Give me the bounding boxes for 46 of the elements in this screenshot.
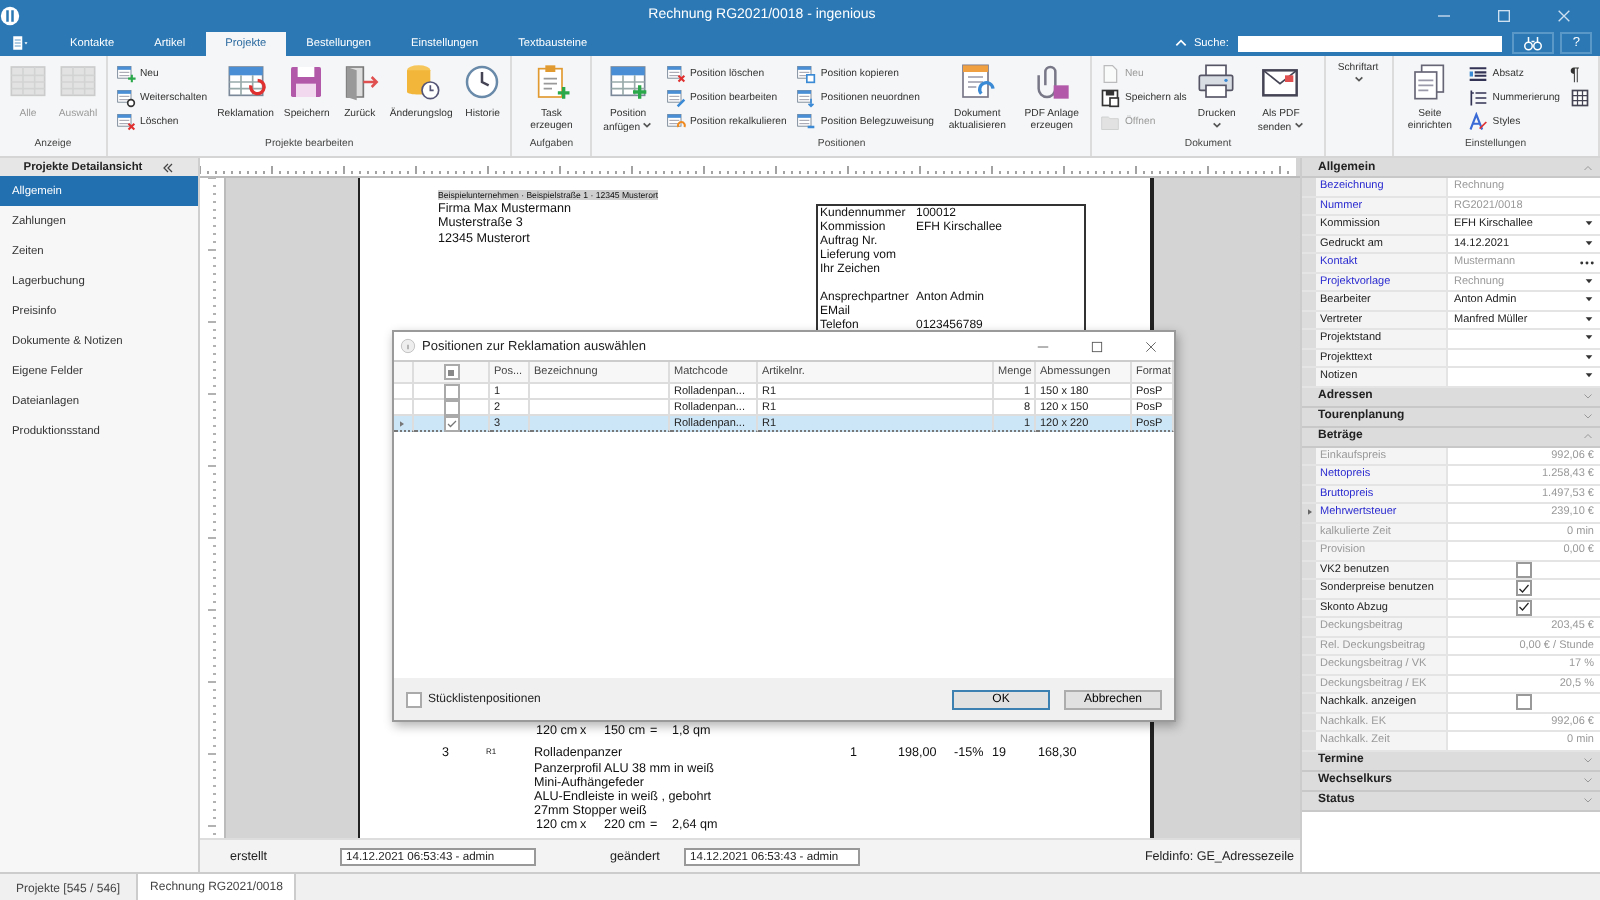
collapse-chevrons-icon bbox=[162, 161, 175, 173]
grid-icon bbox=[1569, 87, 1590, 107]
close-icon bbox=[1144, 339, 1158, 353]
column-header[interactable] bbox=[414, 362, 490, 384]
list-plus-icon bbox=[116, 63, 136, 83]
list-copy-icon bbox=[796, 63, 817, 83]
list-arrows-icon bbox=[796, 87, 817, 107]
table-icon bbox=[8, 62, 48, 102]
styles-icon bbox=[1468, 111, 1489, 131]
paperclip-icon bbox=[1031, 62, 1072, 102]
folder-icon bbox=[1100, 111, 1121, 131]
list-gear-icon bbox=[116, 87, 136, 107]
table-plus-icon bbox=[608, 62, 649, 102]
clock-icon bbox=[462, 62, 503, 102]
ribbon-button[interactable]: ¶ bbox=[1565, 62, 1594, 84]
search-field[interactable] bbox=[1238, 35, 1503, 51]
binoculars-button[interactable] bbox=[1512, 32, 1555, 54]
row-header-cell[interactable] bbox=[394, 416, 414, 432]
collapse-ribbon-icon bbox=[1173, 36, 1188, 50]
list-link-icon bbox=[796, 111, 817, 131]
database-clock-icon bbox=[401, 62, 442, 102]
document-refresh-icon bbox=[957, 62, 998, 102]
list-refresh-icon bbox=[665, 111, 686, 131]
numbered-list-icon bbox=[1468, 87, 1489, 107]
list-delete-icon bbox=[665, 63, 686, 83]
table-icon bbox=[58, 62, 98, 102]
row-header-cell[interactable] bbox=[394, 384, 414, 400]
table-refresh-icon bbox=[225, 62, 266, 102]
printer-icon bbox=[1196, 62, 1237, 102]
paragraph-lines-icon bbox=[1468, 63, 1489, 83]
property-checkbox[interactable] bbox=[1516, 580, 1532, 597]
maximize-icon bbox=[1496, 7, 1512, 23]
list-delete-icon bbox=[116, 111, 136, 131]
pages-icon bbox=[1409, 62, 1450, 102]
binoculars-icon bbox=[1524, 34, 1543, 52]
option-checkbox[interactable] bbox=[406, 691, 422, 707]
maximize-icon bbox=[1090, 339, 1104, 353]
row-pointer-icon bbox=[398, 419, 406, 427]
select-all-checkbox[interactable] bbox=[443, 364, 459, 380]
check-icon bbox=[445, 417, 457, 429]
list-pencil-icon bbox=[665, 87, 686, 107]
more-dots-icon bbox=[1580, 259, 1594, 266]
property-checkbox[interactable] bbox=[1516, 694, 1532, 711]
close-icon bbox=[1556, 7, 1572, 23]
page-icon bbox=[1100, 63, 1121, 83]
info-circle-icon bbox=[400, 338, 416, 354]
